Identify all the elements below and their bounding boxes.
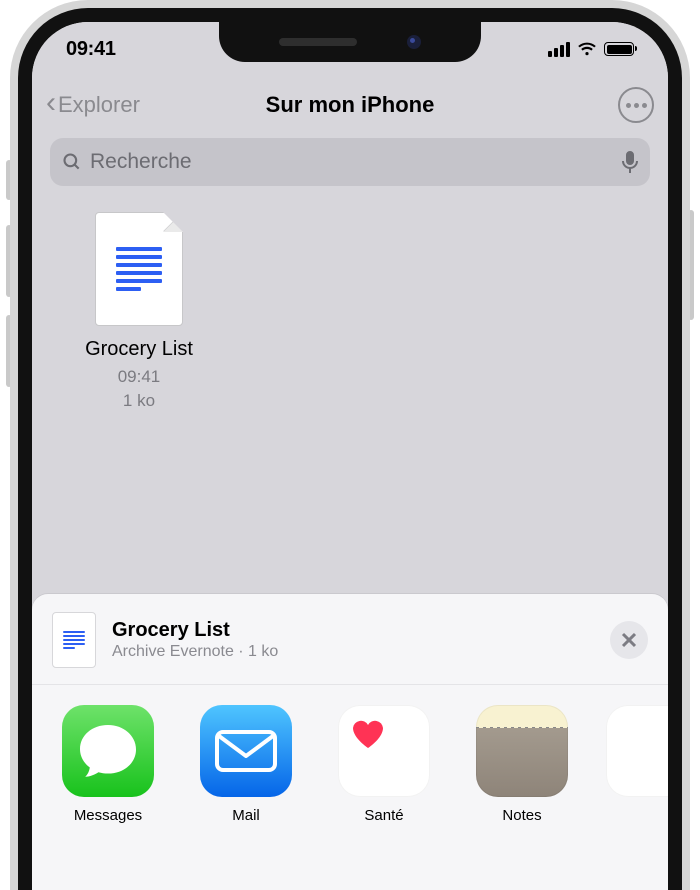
device-notch <box>219 22 481 62</box>
messages-icon <box>62 705 154 797</box>
share-app-label: Mail <box>192 807 300 824</box>
file-size: 1 ko <box>64 389 214 413</box>
share-app-label: Messages <box>54 807 162 824</box>
share-app-health[interactable]: Santé <box>330 705 438 824</box>
search-placeholder: Recherche <box>90 150 614 174</box>
more-button[interactable] <box>618 87 654 123</box>
mail-icon <box>200 705 292 797</box>
share-app-label: Santé <box>330 807 438 824</box>
wifi-icon <box>577 42 597 57</box>
back-label: Explorer <box>58 92 140 118</box>
file-item[interactable]: Grocery List 09:41 1 ko <box>64 212 214 413</box>
document-icon <box>116 243 162 295</box>
search-icon <box>62 152 82 172</box>
share-subtitle: Archive Evernote · 1 ko <box>112 643 610 661</box>
notes-icon <box>476 705 568 797</box>
file-name: Grocery List <box>64 338 214 361</box>
health-icon <box>338 705 430 797</box>
file-time: 09:41 <box>64 365 214 389</box>
cellular-icon <box>548 42 570 57</box>
status-time: 09:41 <box>66 38 116 61</box>
share-file-thumbnail <box>52 612 96 668</box>
close-icon <box>621 632 637 648</box>
share-app-notes[interactable]: Notes <box>468 705 576 824</box>
ellipsis-icon <box>626 103 631 108</box>
close-button[interactable] <box>610 621 648 659</box>
file-thumbnail <box>95 212 183 326</box>
share-app-messages[interactable]: Messages <box>54 705 162 824</box>
share-app-row[interactable]: Messages Mail Santé <box>32 685 668 824</box>
mic-icon[interactable] <box>622 151 638 173</box>
share-app-label: Notes <box>468 807 576 824</box>
battery-icon <box>604 42 634 56</box>
share-app-mail[interactable]: Mail <box>192 705 300 824</box>
nav-bar: ‹ Explorer Sur mon iPhone <box>32 76 668 134</box>
search-bar[interactable]: Recherche <box>50 138 650 186</box>
back-button[interactable]: ‹ Explorer <box>46 90 140 120</box>
share-app-more[interactable] <box>606 705 631 824</box>
share-sheet: Grocery List Archive Evernote · 1 ko Mes… <box>32 594 668 890</box>
share-title: Grocery List <box>112 619 610 642</box>
document-icon <box>63 629 85 651</box>
chevron-left-icon: ‹ <box>46 86 56 120</box>
